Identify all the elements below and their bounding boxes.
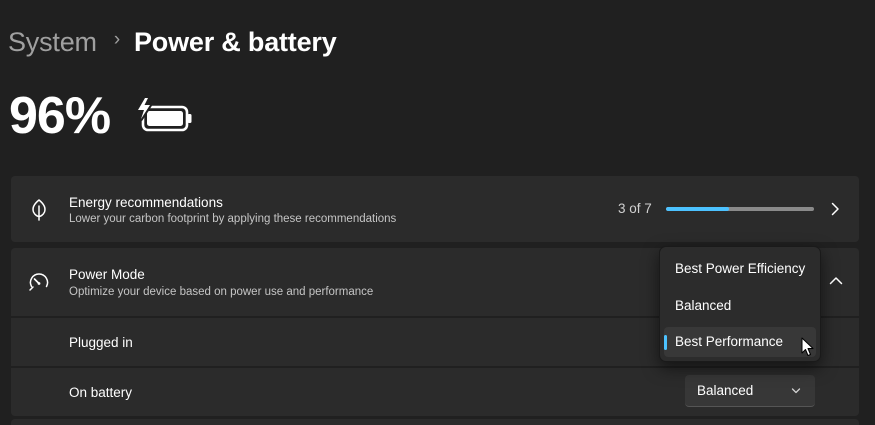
dropdown-option-label: Best Power Efficiency [675,261,806,276]
mouse-cursor-icon [801,337,814,356]
energy-recommendations-subtitle: Lower your carbon footprint by applying … [69,213,397,225]
battery-percentage: 96% [9,87,111,145]
next-card-edge [11,419,859,425]
recommendations-progress-fill [666,207,730,211]
page-title: Power & battery [133,26,337,57]
power-mode-dropdown: Best Power Efficiency Balanced Best Perf… [659,246,821,362]
dropdown-option-balanced[interactable]: Balanced [664,291,816,321]
chevron-right-icon [831,202,839,216]
on-battery-mode-value: Balanced [697,383,754,398]
selected-indicator [664,335,667,350]
dropdown-option-label: Balanced [675,298,732,313]
breadcrumb: System › Power & battery [8,22,337,62]
dropdown-option-best-performance[interactable]: Best Performance [664,327,816,357]
dropdown-option-label: Best Performance [675,334,784,349]
recommendations-count: 3 of 7 [618,201,652,216]
chevron-down-icon [791,388,801,394]
power-mode-subtitle: Optimize your device based on power use … [69,286,374,298]
battery-charging-icon [136,97,192,132]
on-battery-label: On battery [69,385,133,400]
power-mode-title: Power Mode [69,267,145,282]
dropdown-option-best-power-efficiency[interactable]: Best Power Efficiency [664,254,816,284]
energy-recommendations-title: Energy recommendations [69,195,223,210]
chevron-right-icon: › [113,29,120,50]
leaf-icon [32,199,46,221]
settings-page: System › Power & battery 96% Energy reco… [0,0,875,425]
recommendations-progress-bar [666,207,814,211]
on-battery-mode-select[interactable]: Balanced [685,375,815,407]
on-battery-row: On battery Balanced [11,368,859,416]
energy-recommendations-card[interactable]: Energy recommendations Lower your carbon… [11,176,859,242]
chevron-up-icon[interactable] [829,275,843,287]
breadcrumb-system-link[interactable]: System [8,27,97,58]
plugged-in-label: Plugged in [69,335,133,350]
speedometer-icon [29,273,49,291]
